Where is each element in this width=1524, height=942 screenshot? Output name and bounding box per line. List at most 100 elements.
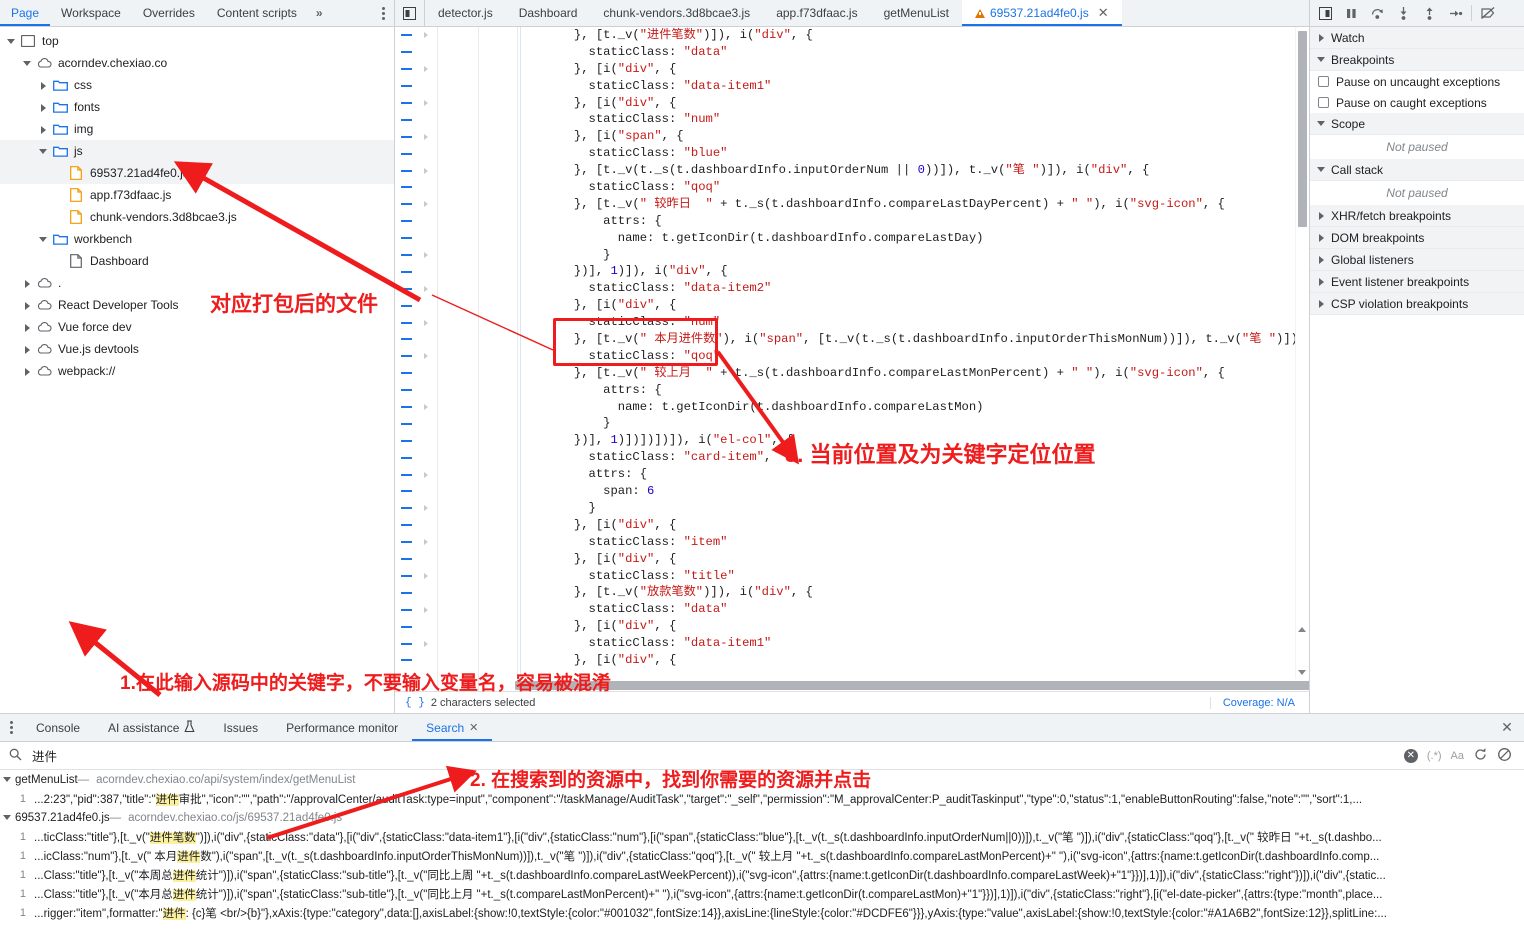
drawer-tab-performance-monitor[interactable]: Performance monitor [272,714,412,741]
regex-icon[interactable]: (.*) [1427,750,1442,762]
pause-icon[interactable] [1338,0,1364,26]
code-line[interactable]: }, [i("div", { [530,551,1309,568]
fold-marker[interactable] [419,568,437,585]
search-result-line[interactable]: 1 ...Class:"title"},[t._v("本周总进件统计")]),i(… [0,865,1524,884]
kebab-menu-icon[interactable] [372,0,394,26]
code-line[interactable]: }, [i("div", { [530,61,1309,78]
code-line[interactable]: attrs: { [530,382,1309,399]
code-editor[interactable]: }, [t._v("进件笔数")]), i("div", { staticCla… [395,27,1309,691]
tree-item-[interactable]: . [0,272,394,294]
code-line[interactable]: } [530,247,1309,264]
tree-item-dashboard[interactable]: Dashboard [0,250,394,272]
twisty-collapsed-icon[interactable] [38,102,49,113]
code-line[interactable]: staticClass: "qoq" [530,179,1309,196]
pretty-print-icon[interactable]: { } [405,697,425,709]
kebab-menu-icon[interactable] [0,714,22,741]
navigator-more-tabs-icon[interactable]: » [308,0,331,26]
fold-marker[interactable] [419,263,437,280]
debugger-section-event-listener-breakpoints[interactable]: Event listener breakpoints [1310,271,1524,293]
step-into-icon[interactable] [1390,0,1416,26]
fold-marker[interactable] [419,584,437,601]
twisty-collapsed-icon[interactable] [1316,32,1327,43]
fold-marker[interactable] [419,534,437,551]
navigator-tab-content-scripts[interactable]: Content scripts [206,0,308,26]
drawer-tab-issues[interactable]: Issues [209,714,272,741]
scroll-up-arrow[interactable] [1298,627,1306,632]
fold-marker[interactable] [419,61,437,78]
debugger-section-dom-breakpoints[interactable]: DOM breakpoints [1310,227,1524,249]
tree-item-workbench[interactable]: workbench [0,228,394,250]
code-line[interactable]: staticClass: "data-item1" [530,78,1309,95]
fold-marker[interactable] [419,551,437,568]
code-line[interactable]: }, [t._v(" 本月进件数"), i("span", [t._v(t._s… [530,331,1309,348]
twisty-expanded-icon[interactable] [1316,164,1327,175]
fold-marker[interactable] [419,27,437,44]
debugger-section-breakpoints[interactable]: Breakpoints [1310,49,1524,71]
search-input[interactable] [30,747,1404,764]
twisty-collapsed-icon[interactable] [1316,232,1327,243]
drawer-tab-search[interactable]: Search ✕ [412,714,492,741]
fold-marker[interactable] [419,314,437,331]
twisty-collapsed-icon[interactable] [22,278,33,289]
code-line[interactable]: span: 6 [530,483,1309,500]
fold-marker[interactable] [419,128,437,145]
twisty-expanded-icon[interactable] [1316,54,1327,65]
drawer-tab-ai-assistance[interactable]: AI assistance [94,714,209,741]
code-line[interactable]: name: t.getIconDir(t.dashboardInfo.compa… [530,230,1309,247]
tree-item-app-f73dfaac-js[interactable]: app.f73dfaac.js [0,184,394,206]
twisty-collapsed-icon[interactable] [22,322,33,333]
code-line[interactable]: staticClass: "item" [530,534,1309,551]
checkbox-icon[interactable] [1318,76,1329,87]
code-line[interactable]: staticClass: "data-item2" [530,280,1309,297]
code-line[interactable]: } [530,415,1309,432]
show-sidebar-icon[interactable] [1312,0,1338,26]
code-line[interactable]: }, [i("div", { [530,517,1309,534]
code-line[interactable]: })], 1)]), i("div", { [530,263,1309,280]
tree-item-webpack[interactable]: webpack:// [0,360,394,382]
twisty-expanded-icon[interactable] [2,774,13,785]
fold-marker[interactable] [419,365,437,382]
fold-gutter[interactable] [419,27,437,691]
fold-marker[interactable] [419,44,437,61]
scrollbar-thumb-h[interactable] [515,681,1309,690]
tree-item-top[interactable]: top [0,30,394,52]
checkbox-row[interactable]: Pause on caught exceptions [1310,92,1524,113]
code-line[interactable]: }, [i("div", { [530,297,1309,314]
search-result-line[interactable]: 1 ...ticClass:"title"},[t._v("进件笔数")]),i(… [0,827,1524,846]
fold-marker[interactable] [419,297,437,314]
code-line[interactable]: staticClass: "num" [530,111,1309,128]
editor-tab-dashboard[interactable]: Dashboard [506,0,591,26]
tree-item-fonts[interactable]: fonts [0,96,394,118]
code-content[interactable]: }, [t._v("进件笔数")]), i("div", { staticCla… [518,27,1309,691]
editor-horizontal-scrollbar[interactable] [395,679,1309,691]
twisty-expanded-icon[interactable] [2,812,13,823]
tree-item-chunk-vendors-3d8bcae3-js[interactable]: chunk-vendors.3d8bcae3.js [0,206,394,228]
twisty-expanded-icon[interactable] [1316,118,1327,129]
scroll-down-arrow[interactable] [1298,670,1306,675]
debugger-section-scope[interactable]: Scope [1310,113,1524,135]
twisty-collapsed-icon[interactable] [22,300,33,311]
step-over-icon[interactable] [1364,0,1390,26]
fold-marker[interactable] [419,382,437,399]
code-line[interactable]: staticClass: "data-item1" [530,635,1309,652]
fold-marker[interactable] [419,162,437,179]
close-tab-icon[interactable]: ✕ [1098,5,1109,21]
fold-marker[interactable] [419,179,437,196]
code-line[interactable]: attrs: { [530,466,1309,483]
editor-vertical-scrollbar[interactable] [1295,27,1309,679]
tree-item-react-developer-tools[interactable]: React Developer Tools [0,294,394,316]
fold-marker[interactable] [419,280,437,297]
code-line[interactable]: name: t.getIconDir(t.dashboardInfo.compa… [530,399,1309,416]
tree-item-vue-js-devtools[interactable]: Vue.js devtools [0,338,394,360]
code-line[interactable]: }, [t._v("放款笔数")]), i("div", { [530,584,1309,601]
code-line[interactable]: })], 1)])])])]), i("el-col", { [530,432,1309,449]
navigator-tab-overrides[interactable]: Overrides [132,0,206,26]
code-line[interactable]: staticClass: "data" [530,601,1309,618]
fold-marker[interactable] [419,331,437,348]
fold-marker[interactable] [419,196,437,213]
debugger-section-watch[interactable]: Watch [1310,27,1524,49]
twisty-collapsed-icon[interactable] [1316,298,1327,309]
fold-marker[interactable] [419,500,437,517]
fold-marker[interactable] [419,145,437,162]
twisty-collapsed-icon[interactable] [22,344,33,355]
